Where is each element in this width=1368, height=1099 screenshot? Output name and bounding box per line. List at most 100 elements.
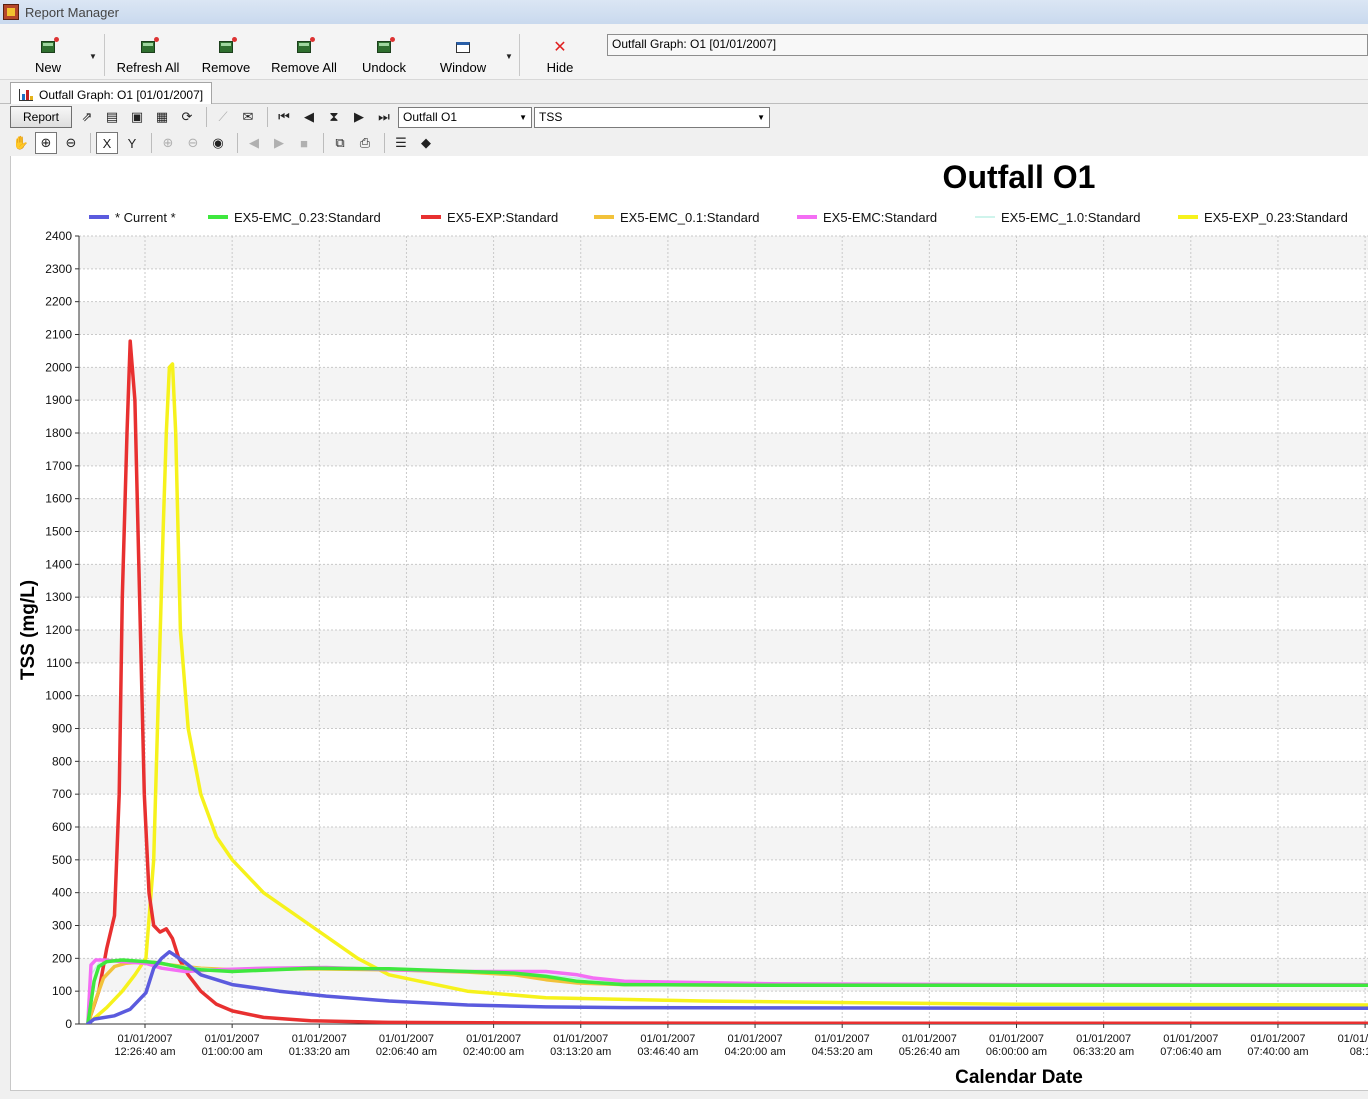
tab-label: Outfall Graph: O1 [01/01/2007] xyxy=(39,87,204,102)
legend-label: EX5-EXP:Standard xyxy=(447,210,558,225)
grid-band xyxy=(79,695,1368,729)
new-dropdown-icon[interactable]: ▼ xyxy=(89,52,97,61)
grid-band xyxy=(79,236,1368,269)
y-tick-label: 500 xyxy=(52,853,72,867)
zoom-in-box-icon[interactable]: ⊕ xyxy=(35,132,57,154)
zoom-out-box-icon[interactable]: ⊖ xyxy=(60,132,82,154)
x-axis-label: Calendar Date xyxy=(955,1067,1083,1088)
ribbon-toolbar: New ▼ Refresh All Remove Remove All Undo… xyxy=(0,24,1368,80)
legend-label: EX5-EMC_0.23:Standard xyxy=(234,210,381,225)
hide-icon: ✕ xyxy=(553,39,567,56)
toolbar-separator xyxy=(151,133,152,153)
hide-button[interactable]: ✕ Hide xyxy=(540,32,580,78)
properties-icon[interactable]: ☰ xyxy=(390,132,412,154)
x-axis-zoom-icon[interactable]: X xyxy=(96,132,118,154)
legend-label: EX5-EMC_1.0:Standard xyxy=(1001,210,1140,225)
y-tick-label: 2400 xyxy=(45,229,72,243)
last-icon[interactable]: ⏭ xyxy=(373,106,395,128)
legend-label: EX5-EMC:Standard xyxy=(823,210,937,225)
globe-icon[interactable]: ◉ xyxy=(207,132,229,154)
legend-label: EX5-EXP_0.23:Standard xyxy=(1204,210,1348,225)
play-back-icon[interactable]: ◀ xyxy=(243,132,265,154)
next-icon[interactable]: ▶ xyxy=(348,106,370,128)
y-tick-label: 600 xyxy=(52,820,72,834)
window-button[interactable]: Window xyxy=(436,32,490,78)
x-tick-label-time: 03:46:40 am xyxy=(637,1046,698,1058)
y-tick-label: 1800 xyxy=(45,426,72,440)
book-icon[interactable]: ◆ xyxy=(415,132,437,154)
print-icon[interactable]: ⎙ xyxy=(354,132,376,154)
x-tick-label-date: 01/01/2007 xyxy=(379,1033,434,1045)
pan-hand-icon[interactable]: ✋ xyxy=(10,132,32,154)
remove-button[interactable]: Remove xyxy=(200,32,252,78)
toolbar-separator xyxy=(206,107,207,127)
x-tick-label-date: 01/01/2007 xyxy=(117,1033,172,1045)
y-tick-label: 1700 xyxy=(45,459,72,473)
location-select[interactable]: Outfall O1 ▼ xyxy=(398,106,532,128)
line-chart-icon[interactable]: ⟋ xyxy=(212,106,234,128)
y-tick-label: 1200 xyxy=(45,623,72,637)
x-tick-label-time: 07:40:00 am xyxy=(1247,1046,1308,1058)
new-button[interactable]: New xyxy=(30,32,66,78)
refresh-all-button[interactable]: Refresh All xyxy=(116,32,180,78)
parameter-select[interactable]: TSS ▼ xyxy=(534,106,770,128)
undock-button[interactable]: Undock xyxy=(358,32,410,78)
x-tick-label-time: 03:13:20 am xyxy=(550,1046,611,1058)
outfall-chart[interactable]: 0 100 200 300 400 500 600 700 800 900 1000 1100 1200… xyxy=(11,156,1368,1091)
x-tick-label-time: 07:06:40 am xyxy=(1160,1046,1221,1058)
chart-panel: 0 100 200 300 400 500 600 700 800 900 1000 1100 1200… xyxy=(10,156,1368,1091)
undock-icon xyxy=(374,37,395,56)
grid-band xyxy=(79,564,1368,598)
x-tick-label-date: 01/01/2007 xyxy=(1076,1033,1131,1045)
play-forward-icon[interactable]: ▶ xyxy=(268,132,290,154)
save-icon[interactable]: ▣ xyxy=(126,106,148,128)
x-tick-label-time: 12:26:40 am xyxy=(114,1046,175,1058)
zoom-out-icon[interactable]: ⊖ xyxy=(182,132,204,154)
ribbon-separator xyxy=(519,34,520,76)
save-as-icon[interactable]: ▦ xyxy=(151,106,173,128)
x-tick-label-date: 01/01/2007 xyxy=(1250,1033,1305,1045)
envelope-chart-icon[interactable]: ✉ xyxy=(237,106,259,128)
remove-icon xyxy=(216,37,237,56)
x-tick-label-time: 02:06:40 am xyxy=(376,1046,437,1058)
y-tick-label: 700 xyxy=(52,787,72,801)
x-tick-label-time: 05:26:40 am xyxy=(899,1046,960,1058)
refresh-icon[interactable]: ⟳ xyxy=(176,106,198,128)
previous-icon[interactable]: ◀ xyxy=(298,106,320,128)
report-button[interactable]: Report xyxy=(10,106,72,128)
first-icon[interactable]: ⏮ xyxy=(273,106,295,128)
zoom-in-icon[interactable]: ⊕ xyxy=(157,132,179,154)
remove-all-icon xyxy=(294,37,315,56)
graph-toolbar-secondary: ✋ ⊕ ⊖ X Y ⊕ ⊖ ◉ ◀ ▶ ■ ⧉ ⎙ ☰ ◆ xyxy=(10,130,1368,156)
x-tick-label-date: 01/01/2007 xyxy=(1338,1033,1368,1045)
copy-icon[interactable]: ⧉ xyxy=(329,132,351,154)
grid-band xyxy=(79,367,1368,401)
y-axis-zoom-icon[interactable]: Y xyxy=(121,132,143,154)
hourglass-icon[interactable]: ⧗ xyxy=(323,106,345,128)
grid-band xyxy=(79,827,1368,860)
remove-all-button[interactable]: Remove All xyxy=(270,32,338,78)
toolbar-separator xyxy=(90,133,91,153)
x-tick-label-time: 06:00:00 am xyxy=(986,1046,1047,1058)
y-tick-label: 400 xyxy=(52,886,72,900)
stop-icon[interactable]: ■ xyxy=(293,132,315,154)
y-tick-label: 1100 xyxy=(46,656,72,670)
window-bottom-edge xyxy=(0,1091,1368,1099)
window-dropdown-icon[interactable]: ▼ xyxy=(505,52,513,61)
x-tick-label-time: 04:20:00 am xyxy=(724,1046,785,1058)
tab-outfall-graph[interactable]: Outfall Graph: O1 [01/01/2007] xyxy=(10,82,213,104)
parameter-select-value: TSS xyxy=(539,110,563,124)
y-tick-label: 800 xyxy=(52,754,72,768)
y-tick-label: 1600 xyxy=(45,492,72,506)
edit-graph-icon[interactable]: ⇗ xyxy=(76,106,98,128)
y-tick-label: 1400 xyxy=(45,557,72,571)
y-tick-label: 200 xyxy=(52,951,72,965)
toolbar-separator xyxy=(323,133,324,153)
x-tick-label-time: 01:00:00 am xyxy=(202,1046,263,1058)
copy-settings-icon[interactable]: ▤ xyxy=(101,106,123,128)
app-icon xyxy=(3,4,19,20)
open-report-select[interactable]: Outfall Graph: O1 [01/01/2007] xyxy=(607,34,1368,56)
y-tick-label: 300 xyxy=(52,919,72,933)
x-tick-label-time: 08:13: xyxy=(1350,1046,1368,1058)
x-tick-label-date: 01/01/2007 xyxy=(728,1033,783,1045)
